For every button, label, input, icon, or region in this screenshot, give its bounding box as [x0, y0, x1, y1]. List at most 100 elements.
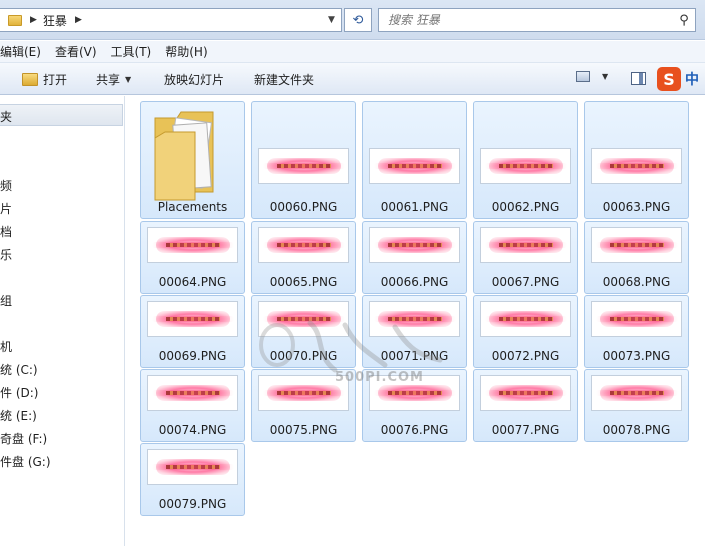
new-folder-label: 新建文件夹: [254, 73, 315, 87]
file-tile-00072[interactable]: 00072.PNG: [473, 295, 578, 368]
file-tile-00063[interactable]: 00063.PNG: [584, 101, 689, 219]
file-tile-00075[interactable]: 00075.PNG: [251, 369, 356, 442]
file-tile-folder[interactable]: Placements: [140, 101, 245, 219]
file-name: 00060.PNG: [269, 200, 338, 214]
chevron-down-icon: ▼: [125, 75, 132, 84]
nav-item-drive-c[interactable]: 统 (C:): [0, 361, 38, 378]
thumbnail: [258, 375, 349, 411]
thumbnail: [147, 449, 238, 485]
ime-toolbar[interactable]: S 中: [657, 66, 705, 92]
file-tile-00065[interactable]: 00065.PNG: [251, 221, 356, 294]
thumbnail: [591, 227, 682, 263]
file-tile-00073[interactable]: 00073.PNG: [584, 295, 689, 368]
share-button[interactable]: 共享 ▼: [96, 71, 131, 88]
open-button[interactable]: 打开: [22, 71, 67, 88]
thumbnail: [147, 375, 238, 411]
search-input[interactable]: [388, 10, 673, 30]
file-tile-00064[interactable]: 00064.PNG: [140, 221, 245, 294]
command-bar: 打开 共享 ▼ 放映幻灯片 新建文件夹 ▼ S 中: [0, 63, 705, 95]
file-name: 00078.PNG: [602, 423, 671, 437]
folder-icon: [8, 14, 22, 26]
address-toolbar: ▶ 狂暴 ▶ ▼ ⟲ ⚲: [0, 0, 705, 40]
address-bar[interactable]: ▶ 狂暴 ▶ ▼: [0, 8, 342, 32]
search-icon[interactable]: ⚲: [673, 13, 695, 28]
open-folder-icon: [22, 73, 38, 86]
search-box[interactable]: ⚲: [378, 8, 696, 32]
file-name: 00062.PNG: [491, 200, 560, 214]
file-tile-00067[interactable]: 00067.PNG: [473, 221, 578, 294]
nav-item-drive-d[interactable]: 件 (D:): [0, 384, 38, 401]
new-folder-button[interactable]: 新建文件夹: [254, 71, 314, 88]
nav-item-drive-g[interactable]: 件盘 (G:): [0, 453, 51, 470]
breadcrumb-current[interactable]: 狂暴: [43, 12, 67, 29]
file-tile-00079[interactable]: 00079.PNG: [140, 443, 245, 516]
nav-item-computer[interactable]: 机: [0, 338, 12, 355]
file-name: 00067.PNG: [491, 275, 560, 289]
file-tile-00066[interactable]: 00066.PNG: [362, 221, 467, 294]
nav-item-pictures[interactable]: 片: [0, 200, 12, 217]
file-name: 00071.PNG: [380, 349, 449, 363]
file-tile-00069[interactable]: 00069.PNG: [140, 295, 245, 368]
file-name: 00075.PNG: [269, 423, 338, 437]
refresh-button[interactable]: ⟲: [344, 8, 372, 32]
chevron-down-icon[interactable]: ▼: [602, 72, 608, 81]
nav-item-drive-e[interactable]: 统 (E:): [0, 407, 37, 424]
share-label: 共享: [96, 73, 121, 87]
thumbnail: [258, 301, 349, 337]
thumbnail: [258, 227, 349, 263]
file-name: 00069.PNG: [158, 349, 227, 363]
file-tile-00071[interactable]: 00071.PNG: [362, 295, 467, 368]
thumbnail: [480, 375, 571, 411]
file-tile-00078[interactable]: 00078.PNG: [584, 369, 689, 442]
file-name: 00065.PNG: [269, 275, 338, 289]
menu-help[interactable]: 帮助(H): [165, 43, 207, 60]
nav-item-documents[interactable]: 档: [0, 223, 12, 240]
file-list: Placements 00060.PNG 00061.PNG 00062.PNG…: [126, 96, 705, 546]
slideshow-button[interactable]: 放映幻灯片: [164, 71, 224, 88]
file-tile-00070[interactable]: 00070.PNG: [251, 295, 356, 368]
thumbnail: [258, 148, 349, 184]
file-name: 00072.PNG: [491, 349, 560, 363]
chevron-right-icon[interactable]: ▶: [75, 15, 82, 25]
file-tile-00062[interactable]: 00062.PNG: [473, 101, 578, 219]
thumbnail: [369, 227, 460, 263]
thumbnail: [147, 301, 238, 337]
thumbnail: [369, 148, 460, 184]
file-name: 00068.PNG: [602, 275, 671, 289]
change-view-button[interactable]: ▼: [576, 71, 608, 82]
file-tile-00061[interactable]: 00061.PNG: [362, 101, 467, 219]
file-tile-00076[interactable]: 00076.PNG: [362, 369, 467, 442]
file-name: 00074.PNG: [158, 423, 227, 437]
file-name: 00070.PNG: [269, 349, 338, 363]
menu-bar: 编辑(E) 查看(V) 工具(T) 帮助(H): [0, 41, 705, 63]
file-tile-00077[interactable]: 00077.PNG: [473, 369, 578, 442]
nav-item-videos[interactable]: 频: [0, 177, 12, 194]
nav-item-homegroup[interactable]: 组: [0, 292, 12, 309]
file-name: 00066.PNG: [380, 275, 449, 289]
nav-item-music[interactable]: 乐: [0, 246, 12, 263]
thumbnail: [480, 227, 571, 263]
file-tile-00060[interactable]: 00060.PNG: [251, 101, 356, 219]
file-name: 00063.PNG: [602, 200, 671, 214]
file-tile-00074[interactable]: 00074.PNG: [140, 369, 245, 442]
chevron-down-icon[interactable]: ▼: [322, 9, 341, 31]
thumbnail: [591, 301, 682, 337]
chevron-right-icon[interactable]: ▶: [30, 15, 37, 25]
ime-mode[interactable]: 中: [685, 69, 699, 89]
menu-view[interactable]: 查看(V): [55, 43, 97, 60]
thumbnail: [147, 227, 238, 263]
nav-item-favorites[interactable]: 夹: [0, 108, 12, 125]
menu-edit[interactable]: 编辑(E): [0, 43, 41, 60]
slideshow-label: 放映幻灯片: [164, 73, 225, 87]
nav-item-drive-f[interactable]: 奇盘 (F:): [0, 430, 47, 447]
menu-tools[interactable]: 工具(T): [111, 43, 152, 60]
open-label: 打开: [43, 73, 68, 87]
thumbnail: [369, 375, 460, 411]
file-tile-00068[interactable]: 00068.PNG: [584, 221, 689, 294]
folder-icon: [154, 111, 214, 201]
thumbnail: [591, 148, 682, 184]
thumbnail: [369, 301, 460, 337]
preview-pane-icon[interactable]: [631, 72, 646, 85]
file-name: Placements: [157, 200, 228, 214]
thumbnail: [480, 148, 571, 184]
